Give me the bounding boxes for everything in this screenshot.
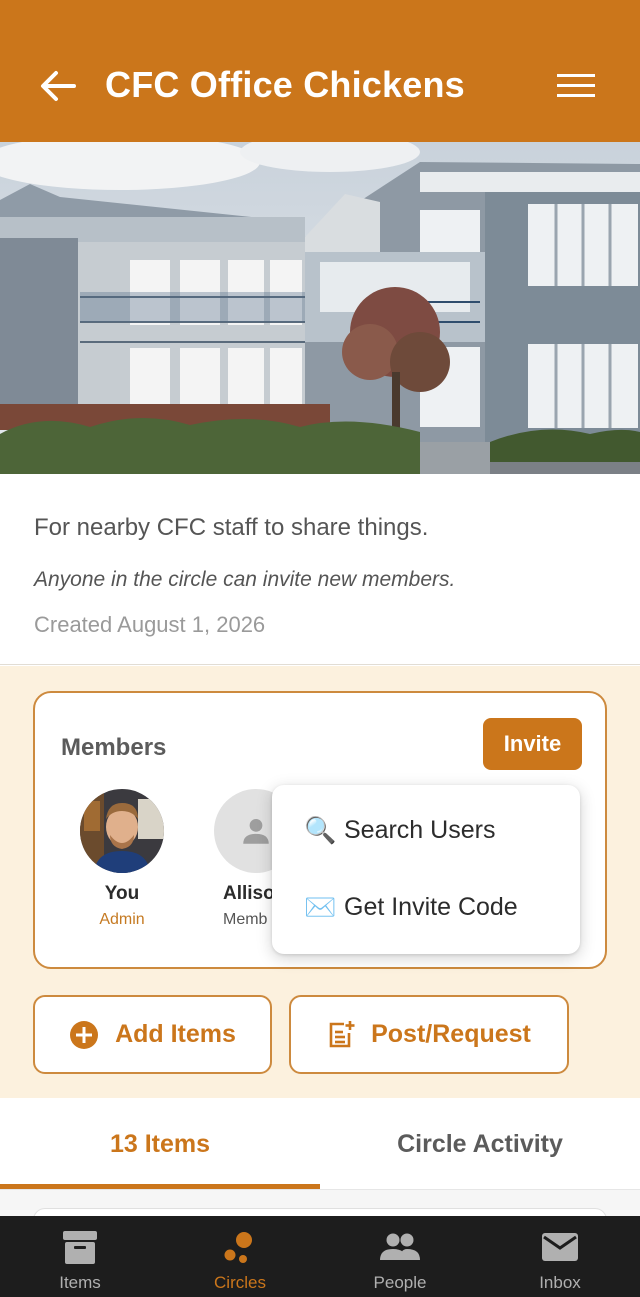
- menu-item-label: Get Invite Code: [344, 893, 518, 921]
- menu-item-search-users[interactable]: 🔍 Search Users: [304, 815, 495, 846]
- nav-label: Circles: [214, 1273, 266, 1292]
- members-label: Members: [61, 734, 167, 761]
- post-add-icon: [327, 1020, 355, 1050]
- nav-people[interactable]: People: [320, 1216, 480, 1297]
- invite-menu: 🔍 Search Users ✉️ Get Invite Code: [272, 785, 580, 954]
- avatar: [80, 789, 164, 873]
- person-icon: [243, 818, 269, 844]
- add-items-button[interactable]: Add Items: [33, 995, 272, 1074]
- nav-items[interactable]: Items: [0, 1216, 160, 1297]
- content-tabs: 13 Items Circle Activity: [0, 1098, 640, 1190]
- post-request-button[interactable]: Post/Request: [289, 995, 569, 1074]
- circle-description: For nearby CFC staff to share things.: [34, 514, 429, 541]
- invite-policy: Anyone in the circle can invite new memb…: [34, 568, 456, 591]
- member-name: You: [104, 883, 140, 904]
- circles-icon: [160, 1228, 320, 1268]
- created-date: Created August 1, 2026: [34, 612, 266, 637]
- arrow-left-icon[interactable]: [38, 66, 76, 106]
- mail-icon: [480, 1228, 640, 1268]
- nav-circles[interactable]: Circles: [160, 1216, 320, 1297]
- nav-label: Inbox: [539, 1273, 581, 1292]
- post-request-label: Post/Request: [371, 1020, 531, 1048]
- nav-label: People: [373, 1273, 427, 1292]
- add-items-label: Add Items: [115, 1020, 236, 1048]
- hamburger-menu-icon[interactable]: [557, 72, 595, 100]
- bottom-navigation: Items Circles People Inbox: [0, 1216, 640, 1297]
- people-icon: [320, 1228, 480, 1268]
- plus-circle-icon: [69, 1020, 99, 1050]
- envelope-icon: ✉️: [304, 892, 337, 922]
- invite-button[interactable]: Invite: [483, 718, 582, 770]
- magnifier-icon: 🔍: [304, 815, 337, 845]
- tab-circle-activity[interactable]: Circle Activity: [320, 1098, 640, 1190]
- nav-inbox[interactable]: Inbox: [480, 1216, 640, 1297]
- member-you[interactable]: You Admin: [62, 789, 182, 929]
- items-list: [0, 1190, 640, 1238]
- menu-item-get-invite-code[interactable]: ✉️ Get Invite Code: [304, 892, 518, 923]
- member-role: Admin: [99, 911, 145, 928]
- circle-cover-photo: [0, 142, 640, 474]
- circle-info: For nearby CFC staff to share things. An…: [0, 474, 640, 665]
- menu-item-label: Search Users: [344, 816, 496, 844]
- tab-items[interactable]: 13 Items: [0, 1098, 320, 1190]
- archive-box-icon: [0, 1228, 160, 1268]
- app-header: CFC Office Chickens: [0, 0, 640, 142]
- nav-label: Items: [59, 1273, 101, 1292]
- page-title: CFC Office Chickens: [105, 64, 465, 105]
